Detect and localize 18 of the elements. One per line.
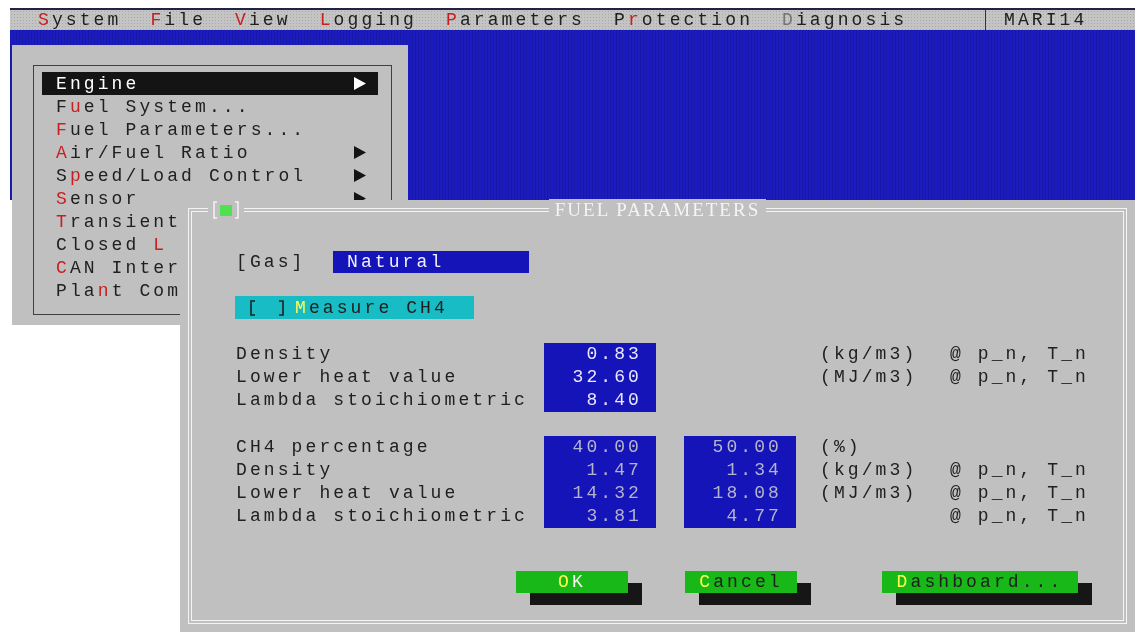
- unit-label: (MJ/m3): [820, 366, 919, 389]
- condition-label: @ p_n, T_n: [950, 505, 1091, 528]
- gas-label: [Gas]: [236, 251, 307, 272]
- unit-label: (%): [820, 436, 863, 459]
- parameter-label: CH4 percentage: [236, 436, 432, 459]
- condition-label: @ p_n, T_n: [950, 343, 1091, 366]
- condition-label: @ p_n, T_n: [950, 482, 1091, 505]
- parameter-label: Lower heat value: [236, 482, 460, 505]
- unit-label: (MJ/m3): [820, 482, 919, 505]
- parameter-label: Lambda stoichiometric: [236, 505, 529, 528]
- parameter-label: Lower heat value: [236, 366, 460, 389]
- parameter-label: Density: [236, 459, 335, 482]
- unit-label: (kg/m3): [820, 343, 919, 366]
- parameter-label: Lambda stoichiometric: [236, 389, 529, 412]
- unit-label: (kg/m3): [820, 459, 919, 482]
- parameter-label: Density: [236, 343, 335, 366]
- condition-label: @ p_n, T_n: [950, 366, 1091, 389]
- condition-label: @ p_n, T_n: [950, 459, 1091, 482]
